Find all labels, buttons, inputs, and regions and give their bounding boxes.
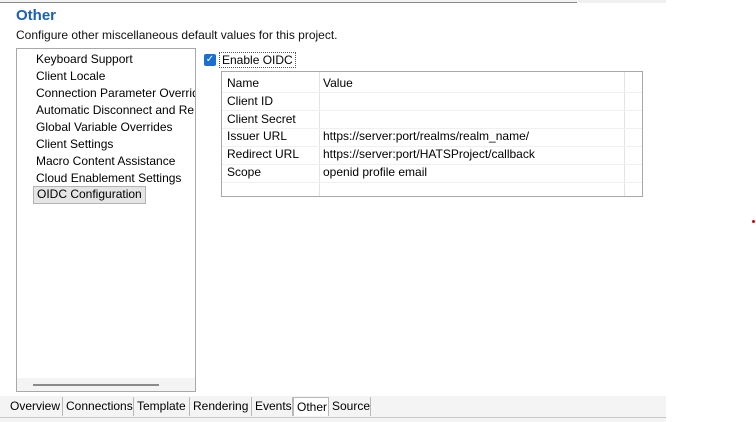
list-item-macro-content-assistance[interactable]: Macro Content Assistance	[33, 153, 178, 169]
editor-area: Other Configure other miscellaneous defa…	[0, 0, 666, 422]
list-item-connection-parameter-overrides[interactable]: Connection Parameter Overrid	[33, 85, 195, 101]
row-name-redirect-url[interactable]: Redirect URL	[227, 146, 299, 162]
column-header-value[interactable]: Value	[323, 75, 353, 91]
row-name-client-secret[interactable]: Client Secret	[227, 111, 296, 127]
list-item-oidc-configuration[interactable]: OIDC Configuration	[33, 186, 146, 204]
enable-oidc-checkbox[interactable]: ✓ Enable OIDC	[204, 52, 296, 68]
list-item-automatic-disconnect[interactable]: Automatic Disconnect and Re	[33, 102, 195, 118]
top-scrollbar-end	[578, 0, 666, 3]
check-icon[interactable]: ✓	[204, 54, 216, 66]
list-item-client-locale[interactable]: Client Locale	[33, 68, 108, 84]
section-description: Configure other miscellaneous default va…	[16, 28, 338, 42]
editor-tab-bar: Overview Connections Template Rendering …	[0, 396, 666, 422]
tab-template[interactable]: Template	[134, 397, 190, 416]
tab-rendering[interactable]: Rendering	[190, 397, 252, 416]
marker-dot	[752, 220, 755, 223]
row-divider	[222, 182, 642, 183]
tab-bar-divider	[0, 417, 666, 418]
row-value-scope[interactable]: openid profile email	[323, 164, 427, 180]
row-divider	[222, 164, 642, 165]
row-divider	[222, 92, 642, 93]
oidc-properties-table[interactable]: Name Value Client ID Client Secret Issue…	[221, 71, 643, 197]
top-scrollbar-track[interactable]	[0, 0, 577, 3]
row-value-redirect-url[interactable]: https://server:port/HATSProject/callback	[323, 146, 535, 162]
tab-overview[interactable]: Overview	[7, 397, 63, 416]
row-name-scope[interactable]: Scope	[227, 164, 261, 180]
list-horizontal-scrollbar[interactable]	[17, 378, 195, 391]
editor-page: Other Configure other miscellaneous defa…	[0, 0, 756, 422]
list-item-global-variable-overrides[interactable]: Global Variable Overrides	[33, 119, 176, 135]
list-item-cloud-enablement-settings[interactable]: Cloud Enablement Settings	[33, 170, 184, 186]
list-scrollbar-thumb[interactable]	[33, 384, 159, 386]
right-margin	[666, 0, 756, 422]
column-divider[interactable]	[319, 72, 320, 196]
tab-source[interactable]: Source	[329, 397, 371, 416]
settings-category-list[interactable]: Keyboard Support Client Locale Connectio…	[16, 48, 196, 392]
section-title: Other	[16, 7, 57, 24]
row-name-client-id[interactable]: Client ID	[227, 93, 273, 109]
tab-connections[interactable]: Connections	[63, 397, 134, 416]
row-value-issuer-url[interactable]: https://server:port/realms/realm_name/	[323, 128, 529, 144]
row-name-issuer-url[interactable]: Issuer URL	[227, 128, 287, 144]
column-divider[interactable]	[624, 72, 625, 196]
tab-events[interactable]: Events	[252, 397, 293, 416]
list-item-client-settings[interactable]: Client Settings	[33, 136, 116, 152]
top-scrollbar[interactable]	[0, 0, 756, 4]
list-item-keyboard-support[interactable]: Keyboard Support	[33, 51, 136, 67]
tab-other[interactable]: Other	[293, 397, 329, 416]
enable-oidc-label[interactable]: Enable OIDC	[219, 52, 296, 68]
column-header-name[interactable]: Name	[227, 75, 259, 91]
